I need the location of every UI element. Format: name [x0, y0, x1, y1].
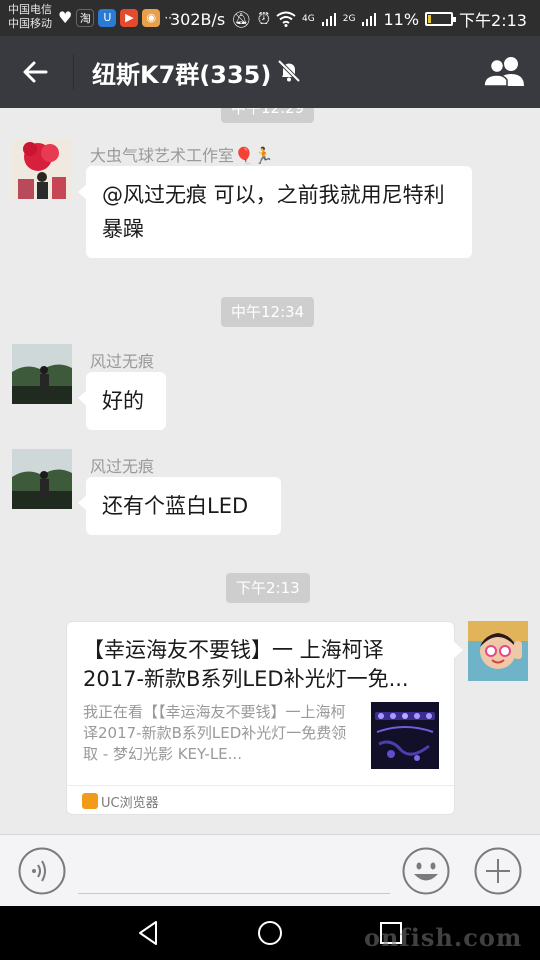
landscape-avatar-image	[12, 344, 72, 404]
led-light-image	[371, 702, 439, 769]
more-options-button[interactable]	[474, 847, 522, 895]
carrier-2: 中国移动	[8, 17, 52, 30]
carrier-1: 中国电信	[8, 3, 52, 16]
message-bubble[interactable]: 还有个蓝白LED	[78, 477, 281, 535]
emoji-button[interactable]	[402, 847, 450, 895]
system-nav-bar: onfish.com	[0, 906, 540, 960]
shared-link-card[interactable]: 【幸运海友不要钱】一 上海柯译2017-新款B系列LED补光灯一免... 我正在…	[66, 621, 463, 815]
watermark: onfish.com	[364, 923, 523, 952]
health-icon: ♥	[58, 8, 73, 27]
avatar[interactable]	[12, 449, 72, 509]
group-members-icon[interactable]	[482, 52, 526, 92]
notification-icons: ♥ 淘 U ▶ ◉ ··	[58, 8, 172, 27]
network-4g-label: 4G	[302, 14, 315, 24]
alarm-icon: ⏰︎	[257, 9, 271, 28]
voice-input-button[interactable]	[18, 847, 66, 895]
balloon-avatar-image	[12, 139, 72, 199]
link-card-source: UC浏览器	[67, 785, 454, 815]
network-2g-label: 2G	[342, 14, 356, 24]
header-divider	[73, 54, 74, 90]
input-bar	[0, 834, 540, 906]
my-avatar[interactable]	[468, 621, 528, 681]
back-arrow-icon[interactable]	[16, 52, 56, 92]
link-card-thumbnail	[371, 702, 439, 769]
sender-name: 风过无痕	[90, 352, 155, 371]
u-app-icon: U	[98, 8, 117, 27]
sender-name: 风过无痕	[90, 457, 155, 476]
net-speed: 302B/s	[170, 9, 226, 29]
time-divider: 中午12:34	[221, 297, 315, 327]
game-app-icon: ◉	[142, 8, 161, 27]
link-card-description: 我正在看【【幸运海友不要钱】一上海柯译2017-新款B系列LED补光灯一免费领取…	[83, 703, 347, 763]
uc-browser-icon	[82, 793, 98, 809]
time-divider: 下午2:13	[226, 573, 310, 603]
signal-icon-1	[321, 13, 336, 26]
avatar[interactable]	[12, 139, 72, 199]
network-type-4g: 4G	[302, 14, 315, 24]
carrier-labels: 中国电信 中国移动	[8, 3, 52, 31]
avatar[interactable]	[12, 344, 72, 404]
chat-area[interactable]: 中午12:29 大虫气球艺术工作室🎈🏃 @风过无痕 可以，之前我就用尼特利暴躁 …	[0, 108, 540, 834]
muted-bell-icon	[277, 59, 301, 83]
nav-back-icon[interactable]	[134, 918, 164, 948]
message-bubble[interactable]: 好的	[78, 372, 166, 430]
mute-status-icon: 🔕︎	[231, 9, 252, 29]
message-bubble[interactable]: @风过无痕 可以，之前我就用尼特利暴躁	[78, 166, 472, 258]
link-card-source-label: UC浏览器	[101, 796, 159, 811]
nav-home-icon[interactable]	[255, 918, 285, 948]
wifi-icon	[276, 11, 296, 27]
signal-icon-2	[362, 13, 377, 26]
time-divider: 中午12:29	[221, 108, 315, 123]
message-input[interactable]	[78, 893, 390, 894]
battery-icon	[425, 12, 457, 26]
group-title: 纽斯K7群(335)	[92, 61, 272, 89]
battery-percent: 11%	[383, 9, 420, 29]
clock: 下午2:13	[459, 11, 527, 30]
link-card-title: 【幸运海友不要钱】一 上海柯译2017-新款B系列LED补光灯一免...	[83, 638, 409, 691]
landscape-avatar-image	[12, 449, 72, 509]
network-type-2g: 2G	[343, 14, 356, 24]
status-bar: 中国电信 中国移动 ♥ 淘 U ▶ ◉ ·· 302B/s 🔕︎ ⏰︎ 4G 2…	[0, 0, 540, 36]
video-app-icon: ▶	[120, 8, 139, 27]
child-avatar-image	[468, 621, 528, 681]
chat-header: 纽斯K7群(335)	[0, 36, 540, 108]
sender-name: 大虫气球艺术工作室🎈🏃	[90, 146, 274, 165]
taobao-icon: 淘	[76, 8, 95, 27]
status-right: 302B/s 🔕︎ ⏰︎ 4G 2G 11% 下午2:13	[170, 7, 527, 31]
